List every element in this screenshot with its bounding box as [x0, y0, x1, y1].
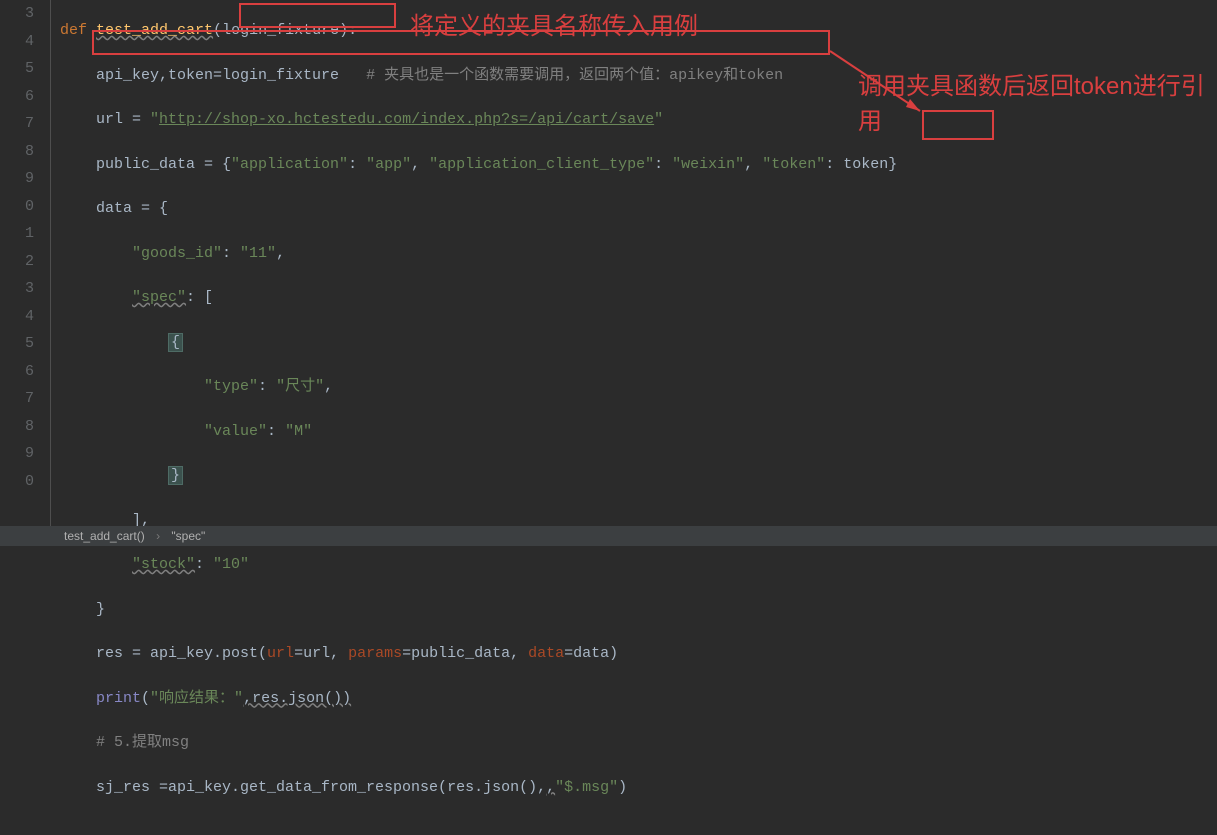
code-line[interactable]: "stock": "10" [60, 551, 1217, 579]
code-line[interactable]: { [60, 329, 1217, 357]
breadcrumb-item[interactable]: test_add_cart() [64, 529, 145, 543]
fold-column [46, 0, 60, 526]
code-line[interactable]: sj_res =api_key.get_data_from_response(r… [60, 774, 1217, 802]
code-line[interactable]: "spec": [ [60, 284, 1217, 312]
code-line[interactable]: url = "http://shop-xo.hctestedu.com/inde… [60, 106, 1217, 134]
code-line[interactable]: "goods_id": "11", [60, 240, 1217, 268]
code-line[interactable]: def test_add_cart(login_fixture): [60, 17, 1217, 45]
brace-highlight: } [168, 466, 183, 485]
chevron-right-icon: › [156, 529, 160, 543]
code-line[interactable]: res = api_key.post(url=url, params=publi… [60, 640, 1217, 668]
code-editor[interactable]: 3 4 5 6 7 8 9 0 1 2 3 4 5 6 7 8 9 0 def … [0, 0, 1217, 526]
brace-highlight: { [168, 333, 183, 352]
breadcrumb-bar[interactable]: test_add_cart() › "spec" [0, 526, 1217, 546]
breadcrumb-item[interactable]: "spec" [171, 529, 205, 543]
code-line[interactable]: data = { [60, 195, 1217, 223]
code-line[interactable]: } [60, 462, 1217, 490]
line-gutter: 3 4 5 6 7 8 9 0 1 2 3 4 5 6 7 8 9 0 [0, 0, 46, 526]
code-line[interactable]: "type": "尺寸", [60, 373, 1217, 401]
code-line[interactable]: print("响应结果：",res.json()) [60, 685, 1217, 713]
code-line[interactable]: # 5.提取msg [60, 729, 1217, 757]
code-line[interactable]: public_data = {"application": "app", "ap… [60, 151, 1217, 179]
code-line[interactable]: } [60, 596, 1217, 624]
code-line[interactable]: "value": "M" [60, 418, 1217, 446]
code-line[interactable]: api_key,token=login_fixture # 夹具也是一个函数需要… [60, 62, 1217, 90]
code-area[interactable]: def test_add_cart(login_fixture): api_ke… [60, 0, 1217, 526]
